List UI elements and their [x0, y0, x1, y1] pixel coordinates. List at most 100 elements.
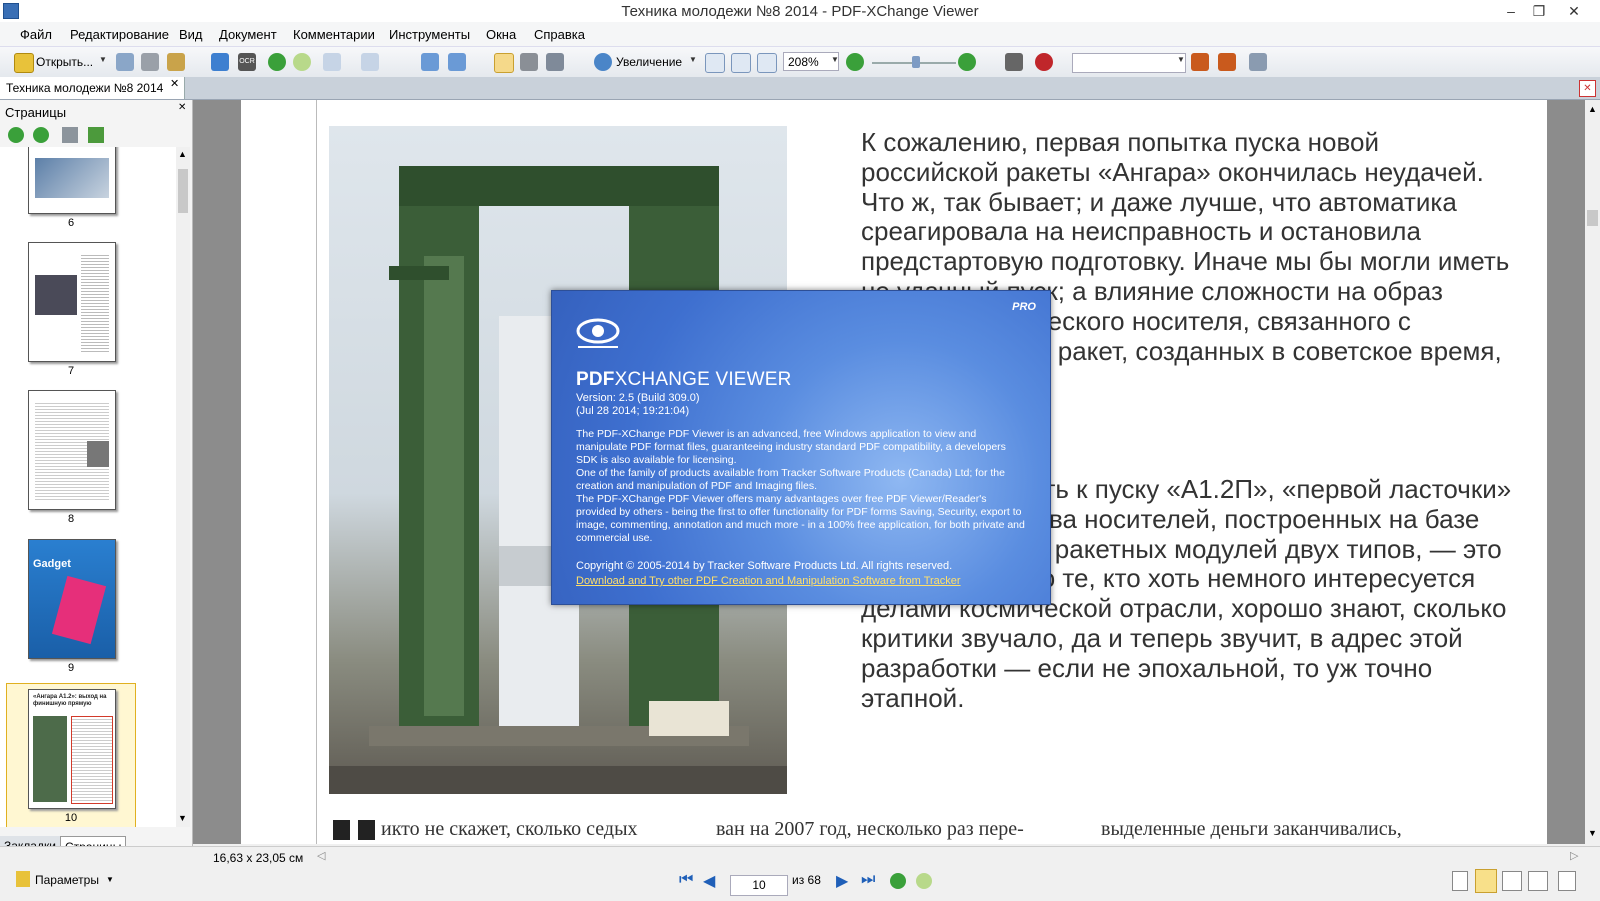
document-tab[interactable]: Техника молодежи №8 2014 ✕: [0, 77, 185, 99]
back-icon[interactable]: [268, 53, 286, 71]
scrollbar-thumb[interactable]: [1587, 210, 1598, 226]
page-number: 10: [64, 812, 78, 824]
minimize-button[interactable]: –: [1497, 0, 1525, 22]
document-tab-bar: Техника молодежи №8 2014 ✕ ✕: [0, 77, 1600, 100]
page-thumbnail[interactable]: Gadget: [28, 539, 116, 659]
eye-logo-icon: [576, 318, 620, 348]
menu-tools[interactable]: Инструменты: [389, 27, 470, 42]
ocr-icon[interactable]: OCR: [238, 53, 256, 71]
menu-view[interactable]: Вид: [179, 27, 203, 42]
document-scrollbar[interactable]: ▲ ▼: [1585, 100, 1600, 844]
print-pages-icon[interactable]: [62, 127, 78, 143]
search-next-icon[interactable]: [1218, 53, 1236, 71]
menu-bar: Файл Редактирование Вид Документ Коммент…: [0, 22, 1600, 47]
about-dialog[interactable]: PRO PDFXCHANGE VIEWER Version: 2.5 (Buil…: [551, 290, 1051, 605]
magnifier-icon[interactable]: [594, 53, 612, 71]
fit-page-icon[interactable]: [731, 53, 751, 73]
scan-icon[interactable]: [211, 53, 229, 71]
page-thumbnail-selected[interactable]: «Ангара А1.2»: выход на финишную прямую: [28, 689, 116, 809]
close-document-icon[interactable]: ✕: [1579, 80, 1596, 97]
rotate-left-icon[interactable]: [421, 53, 439, 71]
continuous-view-icon[interactable]: [1475, 869, 1497, 893]
chevron-down-icon[interactable]: ▼: [1177, 55, 1185, 64]
facing-view-icon[interactable]: [1502, 871, 1522, 891]
menu-comments[interactable]: Комментарии: [293, 27, 375, 42]
scrollbar-thumb[interactable]: [178, 169, 188, 213]
zoom-slider-thumb[interactable]: [912, 56, 920, 68]
pages-panel: Страницы ✕ 6 7 8 Gadget 9 «Ангара А1.2»:…: [0, 100, 193, 858]
spellcheck-icon[interactable]: [1035, 53, 1053, 71]
hscroll-right-icon[interactable]: ▷: [1570, 849, 1578, 862]
restore-button[interactable]: ❐: [1525, 0, 1553, 22]
open-button[interactable]: Открыть...: [36, 55, 93, 69]
page-size-readout: 16,63 x 23,05 см: [213, 851, 304, 865]
panel-title: Страницы: [5, 105, 67, 120]
zoom-in-thumbs-icon[interactable]: [8, 127, 24, 143]
title-bar: Техника молодежи №8 2014 - PDF-XChange V…: [0, 0, 1600, 22]
zoom-in-icon[interactable]: [958, 53, 976, 71]
thumbnail-list[interactable]: 6 7 8 Gadget 9 «Ангара А1.2»: выход на ф…: [0, 147, 176, 827]
snapshot-icon[interactable]: [520, 53, 538, 71]
view-options-icon[interactable]: [1558, 871, 1576, 891]
scroll-up-icon[interactable]: ▲: [178, 149, 187, 159]
print-icon[interactable]: [141, 53, 159, 71]
save-icon[interactable]: [116, 53, 134, 71]
actual-size-icon[interactable]: [705, 53, 725, 73]
redo-icon[interactable]: [361, 53, 379, 71]
zoom-tool-button[interactable]: Увеличение: [616, 55, 682, 69]
options-icon[interactable]: [1249, 53, 1267, 71]
dropcap-block: [333, 820, 350, 840]
scroll-down-icon[interactable]: ▼: [178, 813, 187, 823]
menu-document[interactable]: Документ: [219, 27, 277, 42]
glasses-icon[interactable]: [1005, 53, 1023, 71]
close-panel-icon[interactable]: ✕: [178, 102, 186, 113]
zoom-out-thumbs-icon[interactable]: [33, 127, 49, 143]
single-page-view-icon[interactable]: [1452, 871, 1468, 891]
chevron-down-icon[interactable]: ▼: [689, 55, 697, 64]
product-name: PDFXCHANGE VIEWER: [576, 369, 792, 390]
open-folder-icon[interactable]: [14, 53, 34, 73]
first-page-icon[interactable]: ⏮: [679, 871, 693, 889]
zoom-out-icon[interactable]: [846, 53, 864, 71]
continuous-facing-view-icon[interactable]: [1528, 871, 1548, 891]
menu-help[interactable]: Справка: [534, 27, 585, 42]
close-tab-icon[interactable]: ✕: [170, 77, 179, 90]
select-text-icon[interactable]: [546, 53, 564, 71]
chevron-down-icon[interactable]: ▼: [106, 875, 114, 884]
forward-icon[interactable]: [293, 53, 311, 71]
menu-edit[interactable]: Редактирование: [70, 27, 169, 42]
page-thumbnail[interactable]: [28, 242, 116, 362]
chevron-down-icon[interactable]: ▼: [831, 55, 839, 64]
thumbnails-scrollbar[interactable]: ▲ ▼: [176, 147, 190, 827]
search-prev-icon[interactable]: [1191, 53, 1209, 71]
prev-page-icon[interactable]: ◀: [703, 871, 715, 891]
email-icon[interactable]: [167, 53, 185, 71]
hand-tool-icon[interactable]: [494, 53, 514, 73]
settings-flag-icon[interactable]: [16, 871, 30, 887]
close-window-button[interactable]: ✕: [1560, 0, 1588, 22]
column-2-text: ван на 2007 год, несколько раз пере-: [716, 818, 1024, 840]
rotate-right-icon[interactable]: [448, 53, 466, 71]
hscroll-left-icon[interactable]: ◁: [317, 849, 325, 862]
last-page-icon[interactable]: ⏭: [861, 871, 875, 889]
scroll-up-icon[interactable]: ▲: [1588, 104, 1597, 114]
page-thumbnail[interactable]: [28, 390, 116, 510]
undo-icon[interactable]: [323, 53, 341, 71]
params-menu[interactable]: Параметры: [35, 873, 99, 887]
fit-width-icon[interactable]: [757, 53, 777, 73]
download-link[interactable]: Download and Try other PDF Creation and …: [576, 575, 961, 587]
page-thumbnail[interactable]: [28, 147, 116, 214]
current-page-input[interactable]: 10: [730, 875, 788, 896]
version-info: Version: 2.5 (Build 309.0) (Jul 28 2014;…: [576, 392, 700, 417]
history-forward-icon[interactable]: [916, 873, 932, 889]
next-page-icon[interactable]: ▶: [836, 871, 848, 891]
product-description: The PDF-XChange PDF Viewer is an advance…: [576, 428, 1025, 544]
search-input[interactable]: [1072, 53, 1186, 73]
dropcap-block: [358, 820, 375, 840]
history-back-icon[interactable]: [890, 873, 906, 889]
scroll-down-icon[interactable]: ▼: [1588, 828, 1597, 838]
pages-options-icon[interactable]: [88, 127, 104, 143]
menu-file[interactable]: Файл: [20, 27, 52, 42]
chevron-down-icon[interactable]: ▼: [99, 55, 107, 64]
menu-windows[interactable]: Окна: [486, 27, 516, 42]
